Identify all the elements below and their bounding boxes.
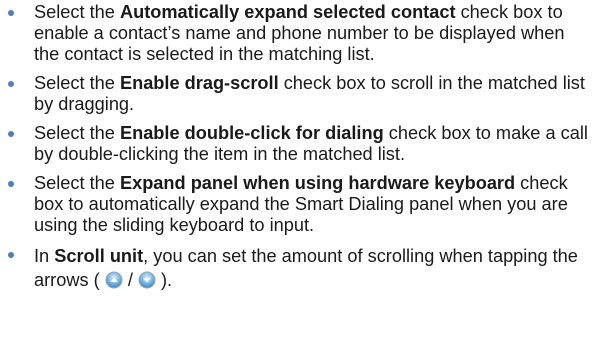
arrow-separator: / bbox=[127, 270, 133, 290]
bullet-icon bbox=[8, 81, 14, 87]
item-text-bold: Enable drag-scroll bbox=[119, 73, 279, 93]
item-text-bold: Expand panel when using hardware keyboar… bbox=[119, 173, 516, 193]
arrow-down-icon bbox=[138, 271, 156, 289]
list-item: Select the Automatically expand selected… bbox=[0, 2, 594, 65]
list-item: Select the Expand panel when using hardw… bbox=[0, 173, 594, 236]
bullet-icon bbox=[8, 252, 14, 258]
bullet-icon bbox=[8, 131, 14, 137]
bullet-list: Select the Automatically expand selected… bbox=[0, 2, 602, 292]
item-text-end: ). bbox=[161, 270, 173, 290]
item-text-pre: Select the bbox=[34, 123, 120, 143]
bullet-icon bbox=[8, 10, 14, 16]
item-text-bold: Automatically expand selected contact bbox=[119, 2, 456, 22]
arrow-up-icon bbox=[105, 271, 123, 289]
list-item: In Scroll unit, you can set the amount o… bbox=[0, 244, 594, 292]
bullet-icon bbox=[8, 181, 14, 187]
item-text-bold: Enable double-click for dialing bbox=[119, 123, 384, 143]
item-text-bold: Scroll unit bbox=[54, 246, 144, 266]
item-text-pre: In bbox=[34, 246, 55, 266]
list-item: Select the Enable double-click for diali… bbox=[0, 123, 594, 165]
item-text-pre: Select the bbox=[34, 2, 120, 22]
document-page: Select the Automatically expand selected… bbox=[0, 0, 602, 344]
item-text-pre: Select the bbox=[34, 73, 120, 93]
list-item: Select the Enable drag-scroll check box … bbox=[0, 73, 594, 115]
item-text-pre: Select the bbox=[34, 173, 120, 193]
